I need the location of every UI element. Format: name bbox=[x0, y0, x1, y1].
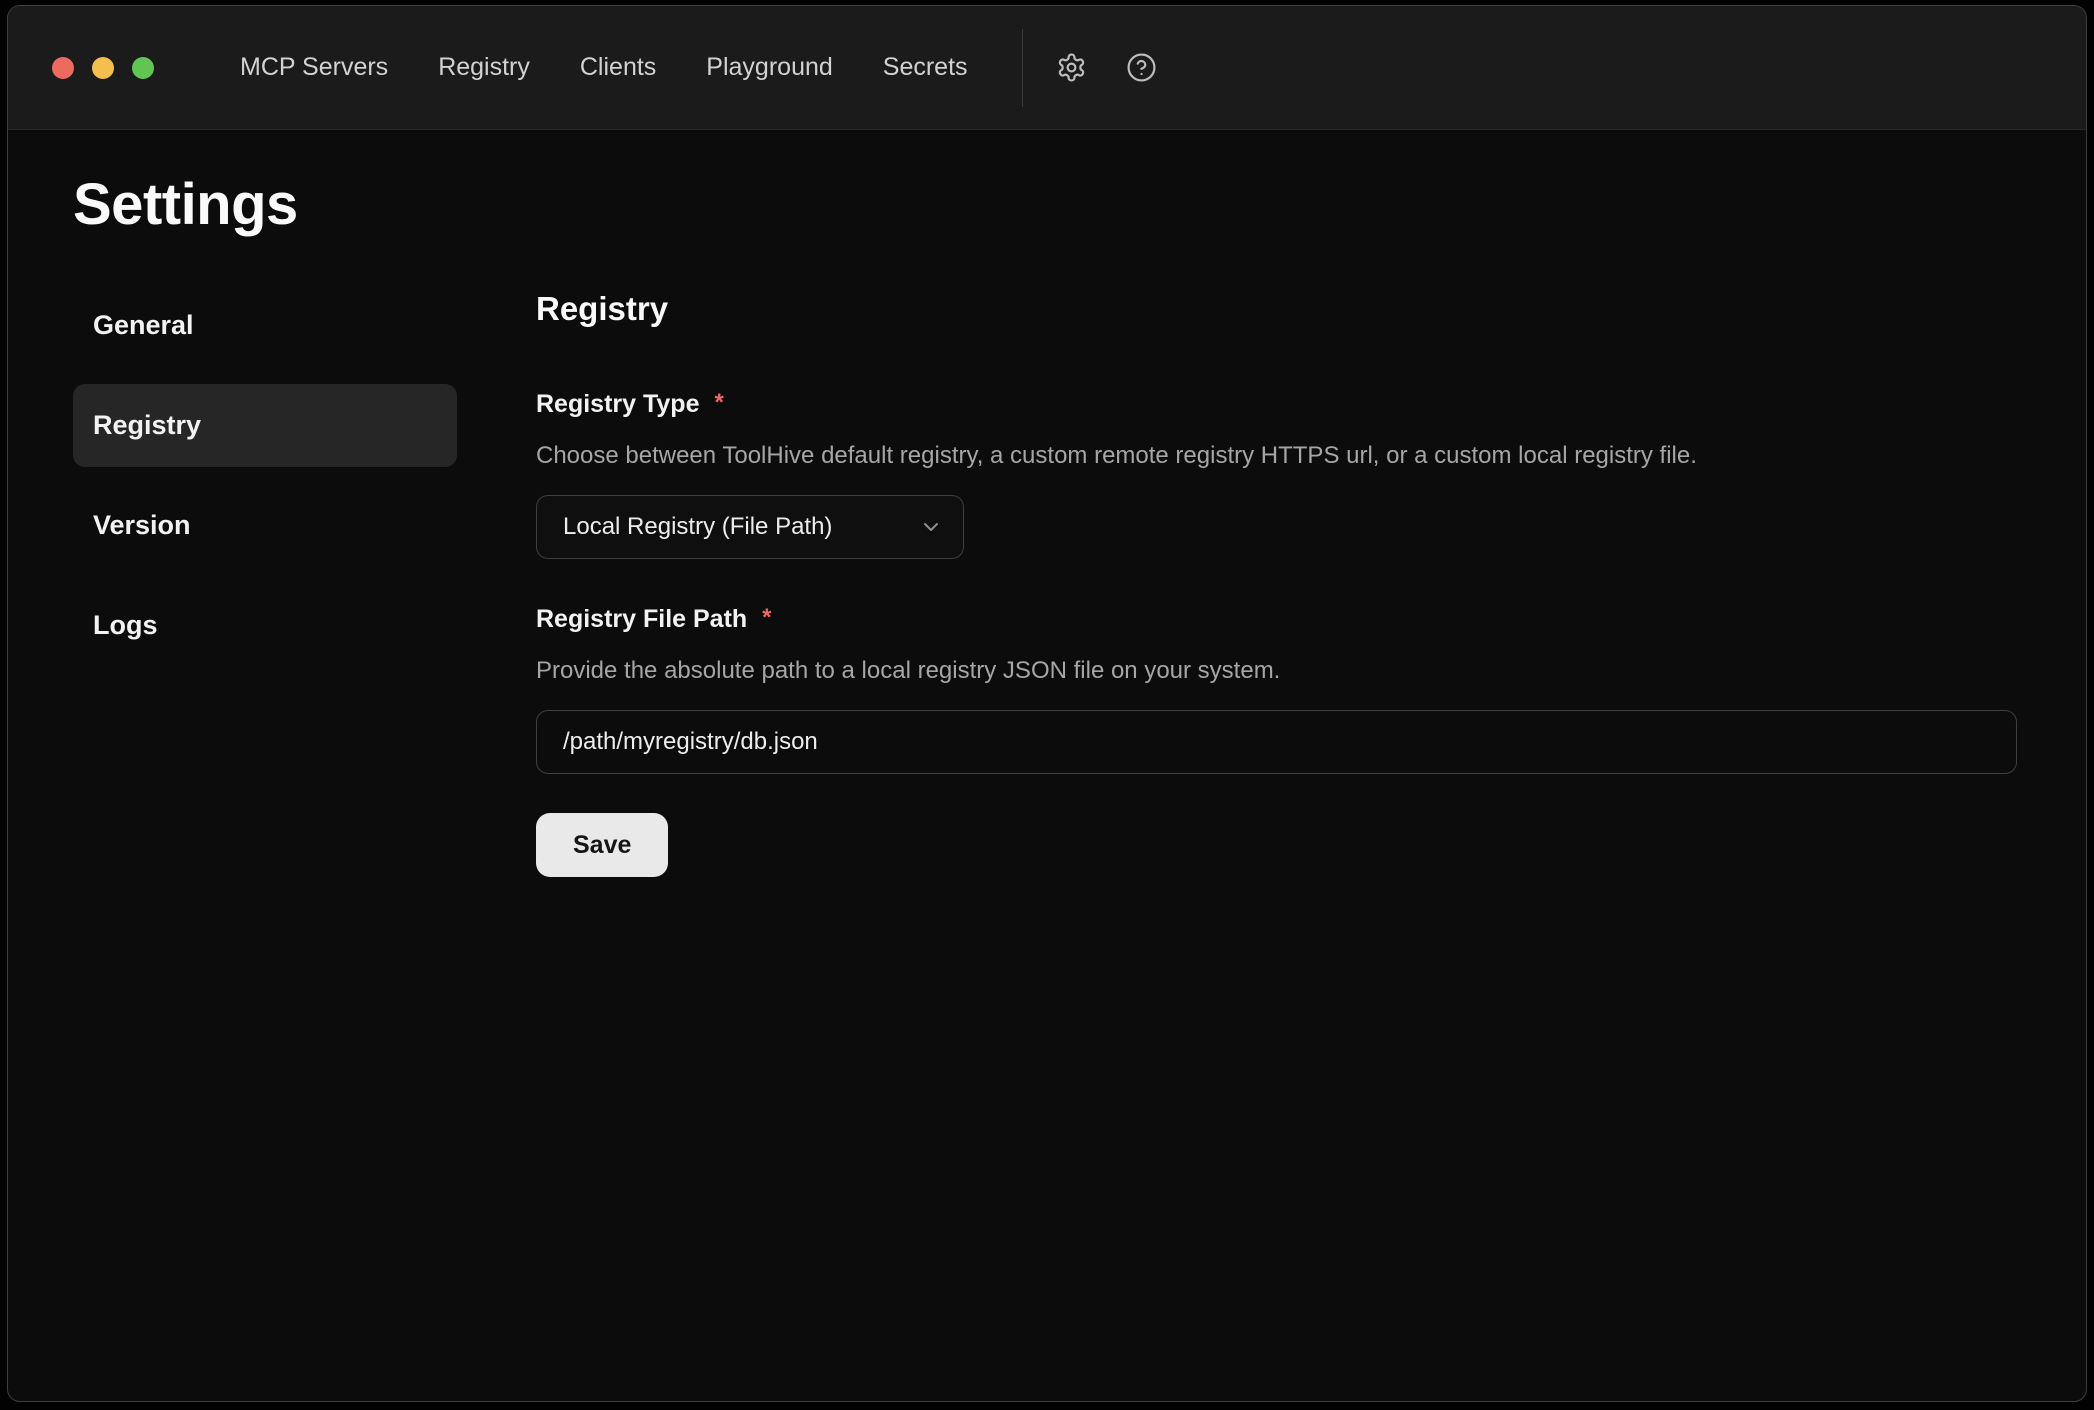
registry-file-path-description: Provide the absolute path to a local reg… bbox=[536, 656, 2017, 686]
save-button[interactable]: Save bbox=[536, 813, 668, 877]
registry-settings-panel: Registry Registry Type * Choose between T… bbox=[536, 284, 2017, 877]
registry-type-description: Choose between ToolHive default registry… bbox=[536, 441, 2017, 471]
registry-file-path-field: Registry File Path * Provide the absolute… bbox=[536, 603, 2017, 774]
sidebar-item-logs[interactable]: Logs bbox=[73, 584, 457, 667]
sidebar-item-registry[interactable]: Registry bbox=[73, 384, 457, 467]
sidebar-item-label: General bbox=[93, 310, 194, 341]
required-asterisk: * bbox=[762, 604, 771, 631]
top-navigation: MCP Servers Registry Clients Playground … bbox=[240, 53, 968, 82]
nav-item-playground[interactable]: Playground bbox=[706, 53, 832, 82]
sidebar-item-general[interactable]: General bbox=[73, 284, 457, 367]
nav-item-clients[interactable]: Clients bbox=[580, 53, 656, 82]
gear-icon bbox=[1056, 52, 1087, 83]
sidebar-item-version[interactable]: Version bbox=[73, 484, 457, 567]
titlebar-actions bbox=[1055, 51, 1159, 85]
registry-file-path-input[interactable] bbox=[536, 710, 2017, 774]
registry-type-select[interactable]: Local Registry (File Path) bbox=[536, 495, 964, 559]
registry-type-field: Registry Type * Choose between ToolHive d… bbox=[536, 388, 2017, 559]
nav-item-secrets[interactable]: Secrets bbox=[883, 53, 968, 82]
help-button[interactable] bbox=[1125, 51, 1159, 85]
sidebar-item-label: Version bbox=[93, 510, 191, 541]
help-circle-icon bbox=[1126, 52, 1157, 83]
settings-gear-button[interactable] bbox=[1055, 51, 1089, 85]
minimize-window-button[interactable] bbox=[92, 57, 114, 79]
traffic-lights bbox=[52, 57, 154, 79]
zoom-window-button[interactable] bbox=[132, 57, 154, 79]
settings-page: Settings General Registry Version Logs R… bbox=[8, 130, 2086, 1401]
registry-file-path-label: Registry File Path bbox=[536, 605, 747, 633]
app-window: MCP Servers Registry Clients Playground … bbox=[7, 5, 2087, 1402]
registry-type-label: Registry Type bbox=[536, 390, 699, 418]
close-window-button[interactable] bbox=[52, 57, 74, 79]
nav-item-mcp-servers[interactable]: MCP Servers bbox=[240, 53, 388, 82]
sidebar-item-label: Registry bbox=[93, 410, 201, 441]
page-title: Settings bbox=[73, 170, 2017, 240]
settings-sidebar: General Registry Version Logs bbox=[73, 284, 457, 877]
required-asterisk: * bbox=[714, 389, 723, 416]
chevron-down-icon bbox=[919, 515, 943, 539]
section-heading: Registry bbox=[536, 288, 2017, 330]
sidebar-item-label: Logs bbox=[93, 610, 158, 641]
registry-type-value: Local Registry (File Path) bbox=[563, 513, 832, 541]
nav-item-registry[interactable]: Registry bbox=[438, 53, 530, 82]
titlebar-divider bbox=[1022, 29, 1023, 107]
titlebar: MCP Servers Registry Clients Playground … bbox=[8, 6, 2086, 130]
